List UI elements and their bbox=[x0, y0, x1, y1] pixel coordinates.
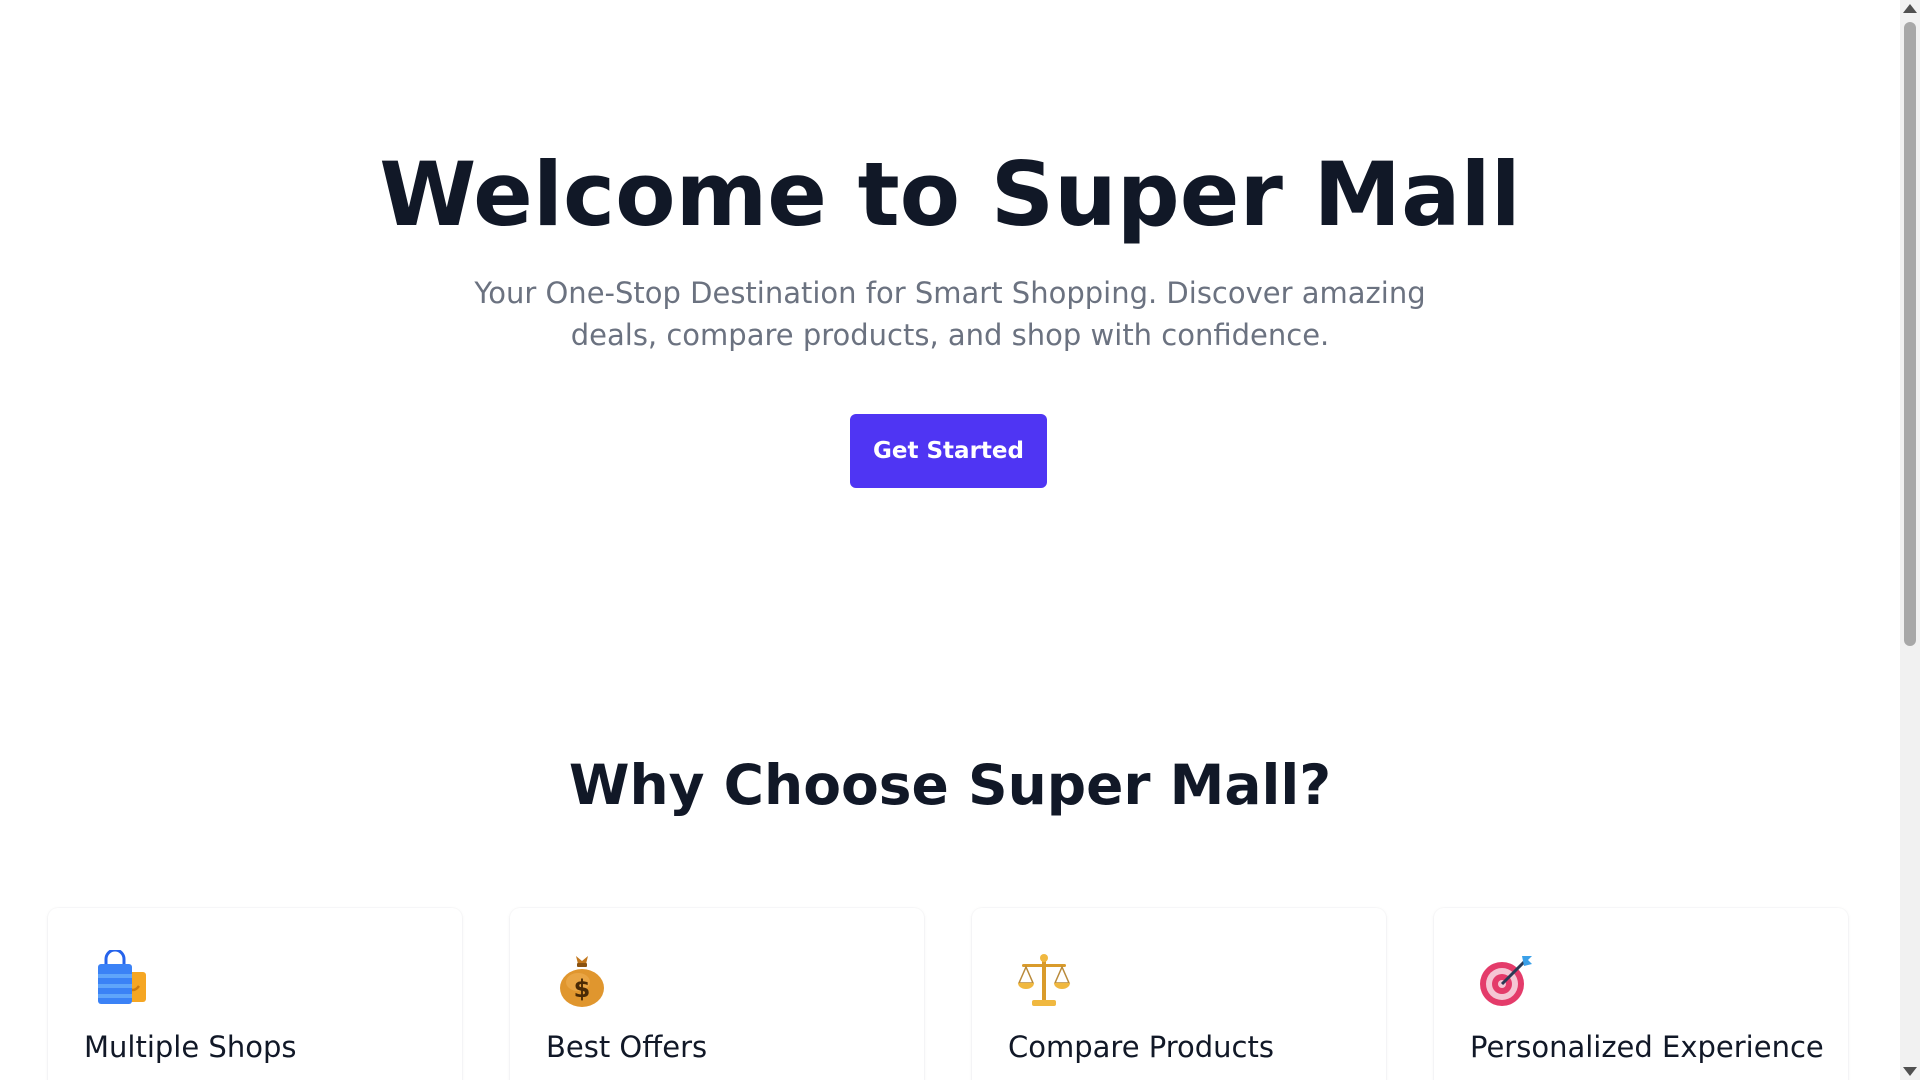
hero-subtitle: Your One-Stop Destination for Smart Shop… bbox=[474, 276, 1426, 352]
hero-title: Welcome to Super Mall bbox=[379, 143, 1521, 246]
feature-card-best-offers: $ Best Offers bbox=[510, 908, 924, 1080]
svg-text:$: $ bbox=[574, 975, 591, 1003]
feature-card-title: Compare Products bbox=[1008, 1030, 1274, 1064]
features-grid: Multiple Shops $ Best Offers Compare Pro… bbox=[48, 908, 1850, 1080]
feature-card-title: Multiple Shops bbox=[84, 1030, 297, 1064]
feature-card-title: Personalized Experience bbox=[1470, 1030, 1824, 1064]
page: Welcome to Super Mall Your One-Stop Dest… bbox=[0, 0, 1900, 1080]
features-section-title: Why Choose Super Mall? bbox=[568, 753, 1332, 817]
feature-card-multiple-shops: Multiple Shops bbox=[48, 908, 462, 1080]
feature-card-title: Best Offers bbox=[546, 1030, 708, 1064]
feature-card-personalized-experience: Personalized Experience bbox=[1434, 908, 1848, 1080]
balance-scale-icon bbox=[1014, 950, 1074, 1010]
scrollbar-thumb[interactable] bbox=[1904, 22, 1916, 646]
scroll-up-arrow-icon[interactable] bbox=[1903, 4, 1917, 13]
vertical-scrollbar[interactable] bbox=[1900, 0, 1920, 1080]
get-started-button[interactable]: Get Started bbox=[850, 414, 1047, 488]
scroll-down-arrow-icon[interactable] bbox=[1903, 1067, 1917, 1076]
bullseye-target-icon bbox=[1476, 950, 1536, 1010]
shopping-bags-icon bbox=[90, 948, 150, 1010]
money-bag-icon: $ bbox=[552, 950, 612, 1010]
feature-card-compare-products: Compare Products bbox=[972, 908, 1386, 1080]
